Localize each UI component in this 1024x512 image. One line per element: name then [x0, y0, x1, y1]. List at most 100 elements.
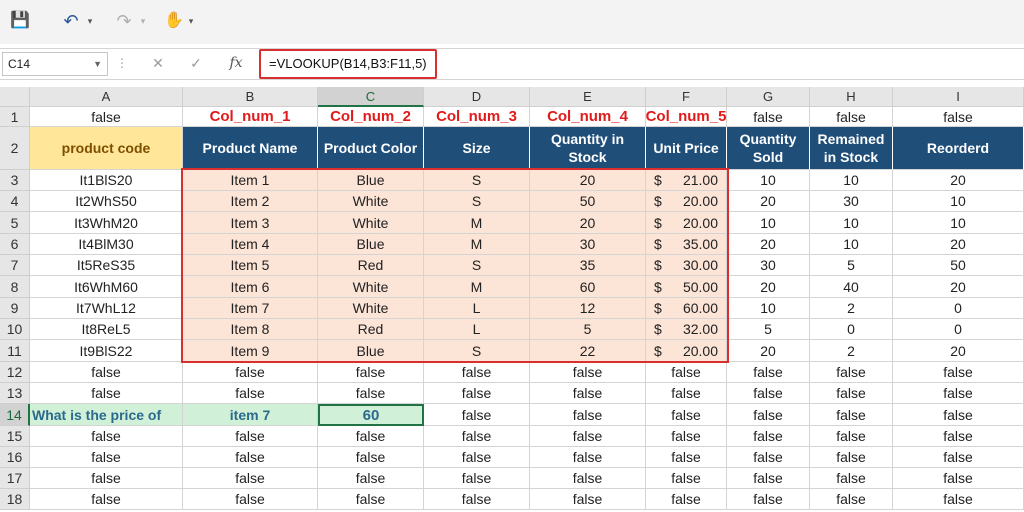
cell-g14[interactable]: false [727, 404, 810, 426]
cancel-icon[interactable]: ✕ [147, 52, 169, 74]
row-header-6[interactable]: 6 [0, 234, 30, 255]
cell-f13[interactable]: false [646, 383, 727, 404]
table-cell[interactable]: M [424, 212, 530, 234]
row-header-17[interactable]: 17 [0, 468, 30, 489]
cell-e12[interactable]: false [530, 362, 646, 383]
table-cell[interactable]: S [424, 340, 530, 362]
table-cell[interactable]: Item 5 [183, 255, 318, 276]
table-cell[interactable]: 22 [530, 340, 646, 362]
column-header-g[interactable]: G [727, 87, 810, 107]
cell-d12[interactable]: false [424, 362, 530, 383]
name-box-dropdown-icon[interactable]: ▼ [93, 53, 102, 75]
table-cell[interactable]: Blue [318, 340, 424, 362]
col-num-label[interactable]: Col_num_3 [424, 107, 530, 127]
enter-icon[interactable]: ✓ [185, 52, 207, 74]
cell-g15[interactable]: false [727, 426, 810, 447]
table-cell[interactable]: S [424, 191, 530, 212]
table-cell[interactable]: It2WhS50 [30, 191, 183, 212]
cell-f15[interactable]: false [646, 426, 727, 447]
cell-h18[interactable]: false [810, 489, 893, 510]
row-header-18[interactable]: 18 [0, 489, 30, 510]
col-num-label[interactable]: Col_num_5 [646, 107, 727, 127]
row-header-1[interactable]: 1 [0, 107, 30, 127]
table-cell[interactable]: 20 [727, 276, 810, 298]
table-cell[interactable]: Item 8 [183, 319, 318, 340]
row-header-8[interactable]: 8 [0, 276, 30, 298]
cell-e16[interactable]: false [530, 447, 646, 468]
table-cell[interactable]: 20 [893, 234, 1024, 255]
cell-f14[interactable]: false [646, 404, 727, 426]
table-header[interactable]: Quantity in Stock [530, 127, 646, 170]
cell-d14[interactable]: false [424, 404, 530, 426]
save-icon[interactable]: 💾 [8, 10, 32, 32]
table-cell[interactable]: Blue [318, 170, 424, 191]
cell-b16[interactable]: false [183, 447, 318, 468]
table-cell[interactable]: $30.00 [646, 255, 727, 276]
table-cell[interactable]: It3WhM20 [30, 212, 183, 234]
redo-dropdown-icon[interactable]: ▾ [137, 10, 149, 32]
cell-f17[interactable]: false [646, 468, 727, 489]
table-header[interactable]: Size [424, 127, 530, 170]
cell-f12[interactable]: false [646, 362, 727, 383]
table-cell[interactable]: It9BlS22 [30, 340, 183, 362]
cell-i18[interactable]: false [893, 489, 1024, 510]
table-cell[interactable]: S [424, 255, 530, 276]
undo-icon[interactable]: ↶ [60, 10, 82, 32]
table-header[interactable]: product code [30, 127, 183, 170]
table-cell[interactable]: It4BlM30 [30, 234, 183, 255]
table-cell[interactable]: $50.00 [646, 276, 727, 298]
column-header-f[interactable]: F [646, 87, 727, 107]
table-cell[interactable]: 12 [530, 298, 646, 319]
table-cell[interactable]: It5ReS35 [30, 255, 183, 276]
table-cell[interactable]: White [318, 276, 424, 298]
row-header-16[interactable]: 16 [0, 447, 30, 468]
cell-b18[interactable]: false [183, 489, 318, 510]
table-cell[interactable]: 10 [810, 170, 893, 191]
table-cell[interactable]: 5 [727, 319, 810, 340]
cell-d17[interactable]: false [424, 468, 530, 489]
table-cell[interactable]: 0 [810, 319, 893, 340]
cell-c18[interactable]: false [318, 489, 424, 510]
table-cell[interactable]: L [424, 319, 530, 340]
cell-d16[interactable]: false [424, 447, 530, 468]
table-cell[interactable]: M [424, 276, 530, 298]
formula-input[interactable]: =VLOOKUP(B14,B3:F11,5) [259, 49, 437, 79]
table-cell[interactable]: 35 [530, 255, 646, 276]
table-cell[interactable]: White [318, 212, 424, 234]
cell-g18[interactable]: false [727, 489, 810, 510]
cell-g1[interactable]: false [727, 107, 810, 127]
insert-function-icon[interactable]: fx [223, 52, 249, 74]
cell-g16[interactable]: false [727, 447, 810, 468]
cell-g13[interactable]: false [727, 383, 810, 404]
cell-a15[interactable]: false [30, 426, 183, 447]
table-cell[interactable]: It7WhL12 [30, 298, 183, 319]
cell-i12[interactable]: false [893, 362, 1024, 383]
cell-c15[interactable]: false [318, 426, 424, 447]
cell-i16[interactable]: false [893, 447, 1024, 468]
cell-f18[interactable]: false [646, 489, 727, 510]
cell-d18[interactable]: false [424, 489, 530, 510]
cell-i17[interactable]: false [893, 468, 1024, 489]
customize-toolbar-icon[interactable]: ▾ [185, 10, 197, 32]
table-cell[interactable]: Item 3 [183, 212, 318, 234]
cell-h1[interactable]: false [810, 107, 893, 127]
cell-f16[interactable]: false [646, 447, 727, 468]
row-header-4[interactable]: 4 [0, 191, 30, 212]
cell-c16[interactable]: false [318, 447, 424, 468]
cell-b12[interactable]: false [183, 362, 318, 383]
table-cell[interactable]: 30 [530, 234, 646, 255]
column-header-e[interactable]: E [530, 87, 646, 107]
table-header[interactable]: Product Color [318, 127, 424, 170]
cell-c12[interactable]: false [318, 362, 424, 383]
table-cell[interactable]: 30 [727, 255, 810, 276]
cell-b17[interactable]: false [183, 468, 318, 489]
table-cell[interactable]: It6WhM60 [30, 276, 183, 298]
table-cell[interactable]: 0 [893, 298, 1024, 319]
cell-e15[interactable]: false [530, 426, 646, 447]
table-cell[interactable]: It1BlS20 [30, 170, 183, 191]
cell-a16[interactable]: false [30, 447, 183, 468]
table-cell[interactable]: 60 [530, 276, 646, 298]
column-header-a[interactable]: A [30, 87, 183, 107]
row-header-2[interactable]: 2 [0, 127, 30, 170]
table-cell[interactable]: Red [318, 255, 424, 276]
